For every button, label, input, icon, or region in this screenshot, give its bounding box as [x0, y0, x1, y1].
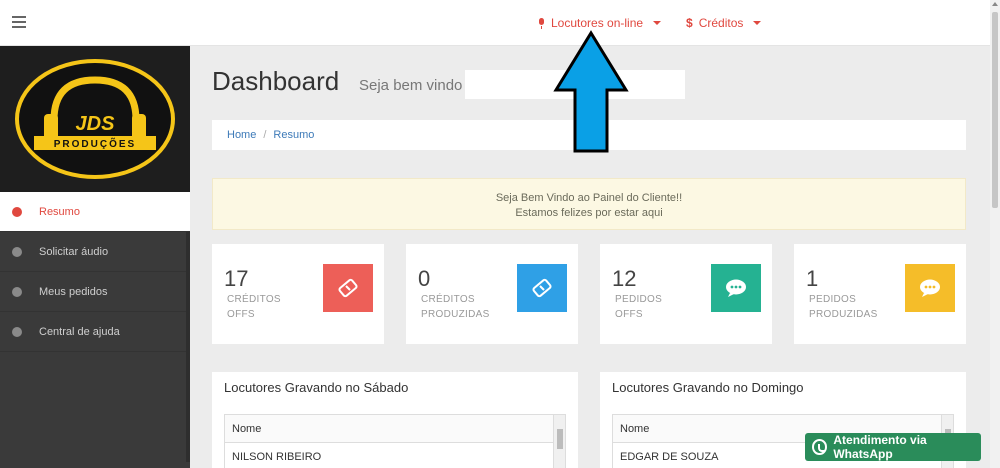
comment-icon: [12, 246, 22, 257]
stat-card-creditos-offs: 17 CRÉDITOS OFFS: [212, 244, 384, 344]
annotation-arrow-icon: [553, 30, 629, 153]
credits-dropdown[interactable]: $ Créditos: [686, 16, 762, 30]
sidebar-item-meus-pedidos[interactable]: Meus pedidos: [0, 272, 190, 312]
sidebar-item-resumo[interactable]: Resumo: [0, 192, 190, 232]
speakers-table: Nome NILSON RIBEIRO: [224, 414, 566, 468]
sidebar-item-label: Central de ajuda: [39, 325, 120, 338]
page-title: Dashboard: [212, 66, 340, 96]
table-header-nome: Nome: [225, 415, 565, 443]
breadcrumb-home-link[interactable]: Home: [227, 129, 256, 141]
headphones-icon: [12, 286, 22, 297]
stat-card-pedidos-produzidas: 1 PEDIDOS PRODUZIDAS: [794, 244, 966, 344]
breadcrumb-separator: /: [263, 129, 267, 141]
dollar-icon: $: [686, 16, 693, 30]
question-icon: [12, 326, 22, 337]
svg-text:JDS: JDS: [76, 113, 116, 135]
ticket-icon: [517, 264, 567, 312]
stat-label: PEDIDOS OFFS: [615, 294, 663, 320]
stat-label: CRÉDITOS PRODUZIDAS: [421, 294, 490, 320]
caret-down-icon: [753, 21, 762, 25]
panel-title: Locutores Gravando no Domingo: [612, 380, 804, 395]
table-scrollbar[interactable]: [553, 415, 565, 468]
chat-icon: [905, 264, 955, 312]
whatsapp-label: Atendimento via WhatsApp: [833, 433, 927, 461]
welcome-line-1: Seja Bem Vindo ao Painel do Cliente!!: [495, 192, 683, 204]
stat-card-pedidos-offs: 12 PEDIDOS OFFS: [600, 244, 772, 344]
dashboard-icon: [12, 206, 22, 217]
whatsapp-icon: [812, 439, 828, 455]
speakers-online-dropdown[interactable]: Locutores on-line: [538, 16, 662, 30]
welcome-alert: Seja Bem Vindo ao Painel do Cliente!! Es…: [212, 178, 966, 230]
jds-logo-image: JDS PRODUÇÕES: [15, 59, 175, 179]
scroll-up-arrow-icon[interactable]: [992, 2, 998, 6]
breadcrumb-current: Resumo: [273, 129, 315, 141]
stat-label: PEDIDOS PRODUZIDAS: [809, 294, 878, 320]
panel-title: Locutores Gravando no Sábado: [224, 380, 409, 395]
menu-toggle-icon[interactable]: [12, 16, 26, 28]
page-scrollbar[interactable]: [990, 0, 1000, 468]
sidebar: JDS PRODUÇÕES Resumo Solicitar áudio Meu…: [0, 46, 190, 468]
svg-text:PRODUÇÕES: PRODUÇÕES: [54, 137, 136, 150]
stat-card-creditos-produzidas: 0 CRÉDITOS PRODUZIDAS: [406, 244, 578, 344]
stat-value: 12: [612, 266, 637, 291]
chat-icon: [711, 264, 761, 312]
table-row: NILSON RIBEIRO: [232, 451, 322, 463]
sidebar-item-central-de-ajuda[interactable]: Central de ajuda: [0, 312, 190, 352]
stat-value: 17: [224, 266, 249, 291]
ticket-icon: [323, 264, 373, 312]
caret-down-icon: [653, 21, 662, 25]
speakers-online-label: Locutores on-line: [551, 16, 644, 30]
credits-label: Créditos: [698, 16, 744, 30]
microphone-icon: [538, 17, 545, 29]
sidebar-item-label: Meus pedidos: [39, 285, 108, 298]
brand-logo[interactable]: JDS PRODUÇÕES: [0, 46, 190, 192]
welcome-line-2: Estamos felizes por estar aqui: [515, 207, 663, 219]
sidebar-item-label: Solicitar áudio: [39, 245, 109, 258]
scrollbar-thumb[interactable]: [992, 12, 998, 208]
stat-label: CRÉDITOS OFFS: [227, 294, 281, 320]
stat-value: 0: [418, 266, 431, 291]
sidebar-item-label: Resumo: [39, 205, 80, 218]
page-subtitle: Seja bem vindo: [359, 77, 463, 94]
panel-saturday-speakers: Locutores Gravando no Sábado Nome NILSON…: [212, 372, 578, 468]
stat-value: 1: [806, 266, 819, 291]
sidebar-item-solicitar-audio[interactable]: Solicitar áudio: [0, 232, 190, 272]
whatsapp-support-button[interactable]: Atendimento via WhatsApp: [805, 433, 981, 461]
top-navbar: Locutores on-line $ Créditos: [0, 0, 990, 46]
